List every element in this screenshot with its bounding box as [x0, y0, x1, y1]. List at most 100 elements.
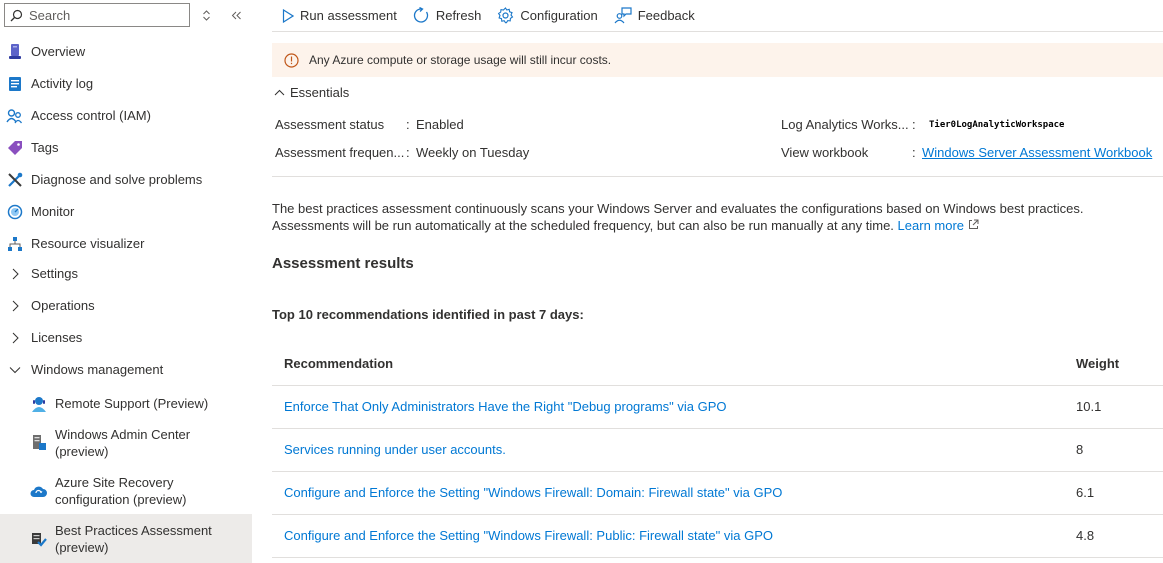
- sidebar-item-resource-visualizer[interactable]: Resource visualizer: [0, 233, 252, 254]
- sidebar-item-label: Access control (IAM): [31, 108, 151, 123]
- log-analytics-workspace-value: Tier0LogAnalyticWorkspace: [929, 120, 1065, 130]
- weight-cell: 6.1: [1076, 485, 1095, 500]
- tag-icon: [6, 139, 23, 156]
- table-row: Configure and Enforce the Setting "Windo…: [272, 472, 1163, 515]
- colon: :: [912, 145, 916, 160]
- cost-warning-banner: Any Azure compute or storage usage will …: [272, 43, 1163, 77]
- activity-log-icon: [6, 75, 23, 92]
- weight-cell: 8: [1076, 442, 1084, 457]
- sidebar-item-label: Resource visualizer: [31, 236, 145, 251]
- essentials-toggle[interactable]: Essentials: [274, 85, 349, 100]
- recommendation-link[interactable]: Enforce That Only Administrators Have th…: [284, 399, 727, 414]
- recommendation-link[interactable]: Configure and Enforce the Setting "Windo…: [284, 528, 773, 543]
- essentials-divider: [272, 176, 1163, 177]
- search-icon: [10, 9, 23, 21]
- monitor-icon: [6, 203, 23, 220]
- sidebar-group-windows-management[interactable]: Windows management: [0, 359, 252, 380]
- overview-icon: [6, 43, 23, 60]
- weight-cell: 10.1: [1076, 399, 1102, 414]
- essentials-label: Essentials: [290, 85, 350, 100]
- table-row: Enforce That Only Administrators Have th…: [272, 386, 1163, 429]
- weight-cell: 4.8: [1076, 528, 1095, 543]
- chevron-down-icon: [6, 361, 23, 378]
- sidebar-item-diagnose[interactable]: Diagnose and solve problems: [0, 169, 252, 190]
- site-recovery-icon: [30, 482, 47, 499]
- sidebar-group-licenses[interactable]: Licenses: [0, 327, 252, 348]
- iam-icon: [6, 107, 23, 124]
- search-box[interactable]: [4, 3, 190, 27]
- log-analytics-workspace-label: Log Analytics Works...: [781, 117, 909, 132]
- assessment-frequency-label: Assessment frequen...: [275, 145, 405, 160]
- sidebar-item-windows-admin-center[interactable]: Windows Admin Center (preview): [0, 425, 252, 461]
- feedback-label: Feedback: [637, 8, 695, 23]
- refresh-icon: [413, 7, 428, 23]
- sidebar-item-best-practices-assessment[interactable]: Best Practices Assessment (preview): [0, 514, 252, 563]
- best-practices-icon: [30, 530, 47, 547]
- wrench-icon: [6, 171, 23, 188]
- sidebar-item-overview[interactable]: Overview: [0, 41, 252, 62]
- assessment-results-heading: Assessment results: [272, 255, 414, 272]
- description-line-2: Assessments will be run automatically at…: [272, 218, 894, 233]
- feedback-button[interactable]: Feedback: [614, 1, 695, 31]
- run-assessment-button[interactable]: Run assessment: [282, 1, 397, 31]
- recommendations-table-header: Recommendation Weight: [272, 343, 1163, 386]
- sidebar-item-label: Azure Site Recovery configuration (previ…: [55, 475, 187, 507]
- admin-center-icon: [30, 434, 47, 451]
- feedback-icon: [614, 7, 632, 24]
- sidebar-item-iam[interactable]: Access control (IAM): [0, 105, 252, 126]
- sidebar-item-monitor[interactable]: Monitor: [0, 201, 252, 222]
- colon: :: [406, 117, 410, 132]
- configuration-button[interactable]: Configuration: [497, 1, 598, 31]
- refresh-button[interactable]: Refresh: [413, 1, 482, 31]
- sidebar-item-activity-log[interactable]: Activity log: [0, 73, 252, 94]
- banner-text: Any Azure compute or storage usage will …: [309, 53, 612, 67]
- column-header-weight[interactable]: Weight: [1076, 356, 1119, 371]
- recommendation-link[interactable]: Services running under user accounts.: [284, 442, 506, 457]
- search-row: [4, 3, 190, 27]
- resource-menu: Overview Activity log Access control (IA…: [0, 0, 252, 563]
- sidebar-item-label: Activity log: [31, 76, 94, 91]
- sidebar-item-label: Settings: [31, 266, 78, 281]
- chevron-right-icon: [6, 329, 23, 346]
- assessment-frequency-value: Weekly on Tuesday: [416, 145, 530, 160]
- chevron-up-icon: [274, 89, 285, 96]
- column-header-recommendation[interactable]: Recommendation: [284, 356, 393, 371]
- run-assessment-label: Run assessment: [300, 8, 397, 23]
- table-row: Services running under user accounts. 8: [272, 429, 1163, 472]
- table-row: Configure and Enforce the Setting "Windo…: [272, 515, 1163, 558]
- sidebar-item-label: Licenses: [31, 330, 83, 345]
- collapse-menu-icon[interactable]: [228, 7, 244, 23]
- search-input[interactable]: [29, 7, 179, 23]
- assessment-status-label: Assessment status: [275, 117, 385, 132]
- sidebar-item-label: Windows Admin Center (preview): [55, 427, 191, 459]
- recommendation-link[interactable]: Configure and Enforce the Setting "Windo…: [284, 485, 782, 500]
- warning-icon: [284, 52, 299, 68]
- sidebar-item-label: Diagnose and solve problems: [31, 172, 203, 187]
- sidebar-item-label: Overview: [31, 44, 86, 59]
- sort-icon[interactable]: [198, 7, 214, 23]
- play-icon: [282, 8, 294, 23]
- sidebar-item-label: Monitor: [31, 204, 75, 219]
- sidebar-item-label: Remote Support (Preview): [55, 396, 209, 411]
- configuration-label: Configuration: [520, 8, 598, 23]
- assessment-status-value: Enabled: [416, 117, 464, 132]
- refresh-label: Refresh: [435, 8, 482, 23]
- sidebar-item-label: Operations: [31, 298, 95, 313]
- colon: :: [912, 117, 916, 132]
- sidebar-item-label: Tags: [31, 140, 59, 155]
- sidebar-item-remote-support[interactable]: Remote Support (Preview): [0, 393, 252, 414]
- sidebar-item-tags[interactable]: Tags: [0, 137, 252, 158]
- visualizer-icon: [6, 235, 23, 252]
- chevron-right-icon: [6, 297, 23, 314]
- sidebar-group-settings[interactable]: Settings: [0, 263, 252, 284]
- sidebar-item-site-recovery[interactable]: Azure Site Recovery configuration (previ…: [0, 473, 252, 509]
- learn-more-link[interactable]: Learn more: [898, 218, 979, 233]
- description-line-2-row: Assessments will be run automatically at…: [272, 217, 1152, 234]
- description-line-1: The best practices assessment continuous…: [272, 201, 1084, 216]
- top-recommendations-heading: Top 10 recommendations identified in pas…: [272, 307, 584, 322]
- external-link-icon: [968, 219, 979, 229]
- sidebar-group-operations[interactable]: Operations: [0, 295, 252, 316]
- command-bar: Run assessment Refresh Configuration Fee…: [272, 0, 1163, 32]
- sidebar-item-label: Windows management: [31, 362, 164, 377]
- workbook-link[interactable]: Windows Server Assessment Workbook: [922, 145, 1152, 160]
